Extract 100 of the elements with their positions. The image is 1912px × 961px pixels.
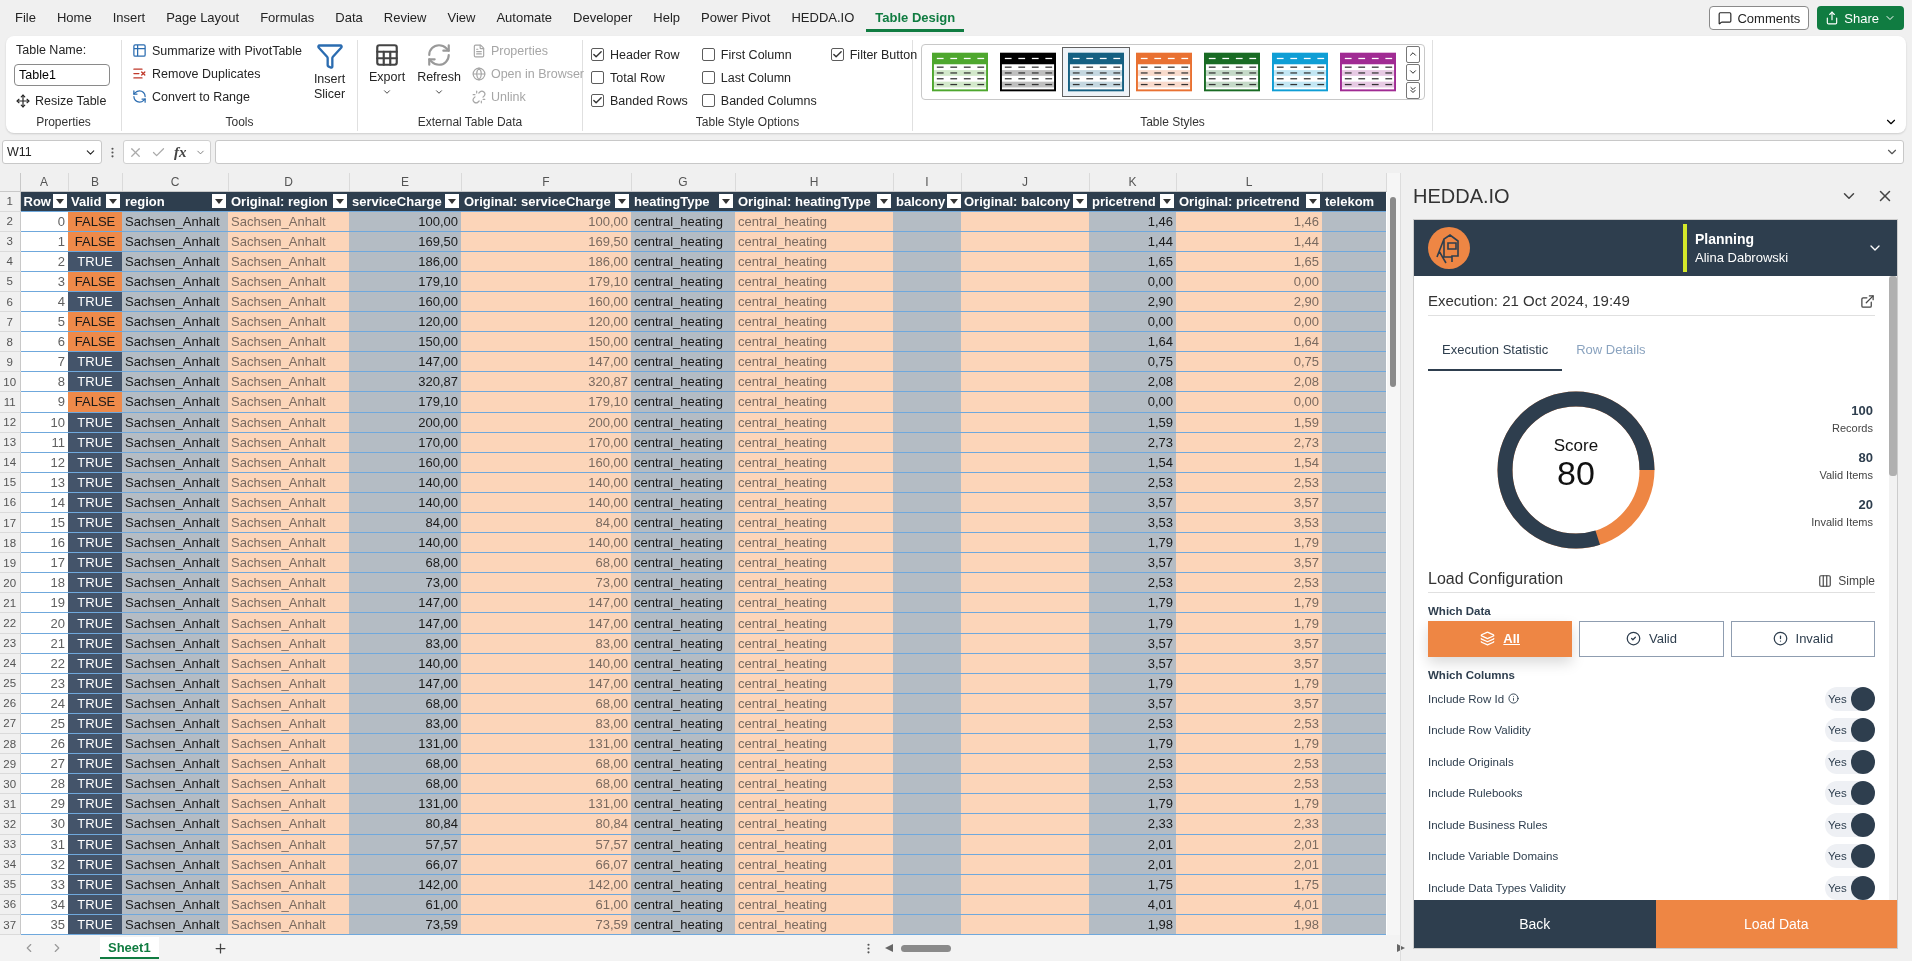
- filter-button[interactable]: [1160, 194, 1174, 209]
- column-letter[interactable]: D: [228, 173, 349, 191]
- row-number[interactable]: 30: [0, 773, 20, 794]
- scroll-right-icon[interactable]: [1396, 944, 1405, 953]
- row-number[interactable]: 6: [0, 291, 20, 312]
- tool-button[interactable]: Convert to Range: [130, 86, 305, 107]
- row-number[interactable]: 16: [0, 492, 20, 513]
- row-number[interactable]: 37: [0, 914, 20, 935]
- toggle-switch[interactable]: Yes: [1825, 844, 1875, 869]
- toggle-switch[interactable]: Yes: [1825, 718, 1875, 743]
- filter-button[interactable]: [106, 194, 120, 209]
- scroll-up-button[interactable]: [1406, 45, 1420, 63]
- row-number[interactable]: 5: [0, 271, 20, 292]
- ribbon-tab[interactable]: Formulas: [251, 4, 324, 32]
- row-number[interactable]: 22: [0, 612, 20, 634]
- ribbon-tab[interactable]: Help: [644, 4, 690, 32]
- column-letter[interactable]: H: [735, 173, 893, 191]
- column-letter[interactable]: A: [20, 173, 68, 191]
- toggle-switch[interactable]: Yes: [1825, 749, 1875, 774]
- ribbon-tab[interactable]: Review: [374, 4, 436, 32]
- data-choice-button[interactable]: Valid: [1579, 620, 1724, 657]
- style-option[interactable]: Banded Rows: [591, 90, 688, 111]
- row-number[interactable]: 2: [0, 211, 20, 232]
- mode-button[interactable]: Simple: [1818, 573, 1875, 588]
- style-option[interactable]: Banded Columns: [701, 90, 817, 111]
- column-letter[interactable]: G: [631, 173, 735, 191]
- data-choice-button[interactable]: Invalid: [1730, 620, 1875, 657]
- pane-tab[interactable]: Execution Statistic: [1428, 333, 1563, 371]
- filter-button[interactable]: [445, 194, 459, 209]
- filter-button[interactable]: [1073, 194, 1087, 209]
- share-button[interactable]: Share: [1817, 6, 1904, 30]
- row-number[interactable]: 28: [0, 733, 20, 754]
- row-number[interactable]: 34: [0, 854, 20, 875]
- ribbon-tab[interactable]: Page Layout: [157, 4, 249, 32]
- ribbon-tab[interactable]: Power Pivot: [692, 4, 780, 32]
- ribbon-tab[interactable]: Developer: [564, 4, 642, 32]
- external-link-icon[interactable]: [1860, 293, 1875, 309]
- scroll-left-icon[interactable]: [884, 944, 893, 953]
- table-style-swatch[interactable]: [1062, 47, 1130, 97]
- insert-function-button[interactable]: fx: [174, 143, 187, 161]
- toggle-switch[interactable]: Yes: [1825, 812, 1875, 837]
- row-number[interactable]: 4: [0, 251, 20, 272]
- toggle-switch[interactable]: Yes: [1825, 781, 1875, 806]
- row-number[interactable]: 19: [0, 552, 20, 573]
- pane-scrollbar[interactable]: [1889, 276, 1897, 900]
- column-letter[interactable]: C: [122, 173, 228, 191]
- row-number[interactable]: 24: [0, 653, 20, 674]
- horizontal-scrollbar[interactable]: [884, 943, 1405, 954]
- formula-field[interactable]: [214, 140, 1904, 164]
- row-number[interactable]: 11: [0, 391, 20, 413]
- row-number[interactable]: 14: [0, 452, 20, 473]
- row-number[interactable]: 35: [0, 874, 20, 895]
- ribbon-tab[interactable]: Insert: [103, 4, 155, 32]
- row-number[interactable]: 15: [0, 472, 20, 493]
- filter-button[interactable]: [615, 194, 629, 209]
- info-icon[interactable]: [1508, 692, 1520, 704]
- column-letter[interactable]: J: [961, 173, 1089, 191]
- filter-button[interactable]: [1306, 194, 1320, 209]
- add-sheet-button[interactable]: [212, 940, 228, 956]
- checkbox[interactable]: [830, 48, 844, 61]
- name-box[interactable]: W11: [2, 140, 102, 164]
- row-number[interactable]: 21: [0, 592, 20, 613]
- resize-table-button[interactable]: Resize Table: [14, 90, 113, 111]
- row-number[interactable]: 31: [0, 793, 20, 814]
- insert-slicer-button[interactable]: Insert Slicer: [310, 40, 349, 115]
- vertical-scrollbar[interactable]: [1386, 173, 1400, 936]
- checkbox[interactable]: [591, 94, 604, 107]
- column-letter[interactable]: B: [68, 173, 122, 191]
- column-letter[interactable]: K: [1089, 173, 1176, 191]
- comments-button[interactable]: Comments: [1709, 6, 1810, 30]
- row-number[interactable]: 23: [0, 633, 20, 654]
- row-number[interactable]: 1: [0, 191, 20, 212]
- table-name-field[interactable]: Table1: [14, 64, 110, 86]
- row-number[interactable]: 32: [0, 813, 20, 834]
- row-number[interactable]: 3: [0, 231, 20, 252]
- refresh-button[interactable]: Refresh: [414, 40, 464, 115]
- checkbox[interactable]: [591, 71, 604, 84]
- filter-button[interactable]: [719, 194, 733, 209]
- row-number[interactable]: 27: [0, 713, 20, 734]
- column-letter[interactable]: L: [1176, 173, 1322, 191]
- toggle-switch[interactable]: Yes: [1825, 875, 1875, 900]
- checkbox[interactable]: [701, 71, 715, 84]
- ribbon-tab[interactable]: HEDDA.IO: [782, 4, 864, 32]
- row-number[interactable]: 13: [0, 432, 20, 453]
- checkbox[interactable]: [591, 48, 604, 61]
- style-option[interactable]: Header Row: [591, 44, 688, 65]
- back-button[interactable]: Back: [1414, 900, 1656, 948]
- filter-button[interactable]: [212, 194, 226, 209]
- filter-button[interactable]: [333, 194, 347, 209]
- row-number[interactable]: 25: [0, 673, 20, 694]
- row-number[interactable]: 7: [0, 311, 20, 332]
- checkbox[interactable]: [701, 48, 715, 61]
- style-option[interactable]: First Column: [701, 44, 817, 65]
- filter-button[interactable]: [877, 194, 891, 209]
- style-option[interactable]: Total Row: [591, 67, 688, 88]
- filter-button[interactable]: [947, 194, 962, 209]
- row-number[interactable]: 8: [0, 331, 20, 352]
- tool-button[interactable]: Summarize with PivotTable: [130, 40, 305, 61]
- ribbon-tab[interactable]: Data: [326, 4, 372, 32]
- row-number[interactable]: 9: [0, 351, 20, 372]
